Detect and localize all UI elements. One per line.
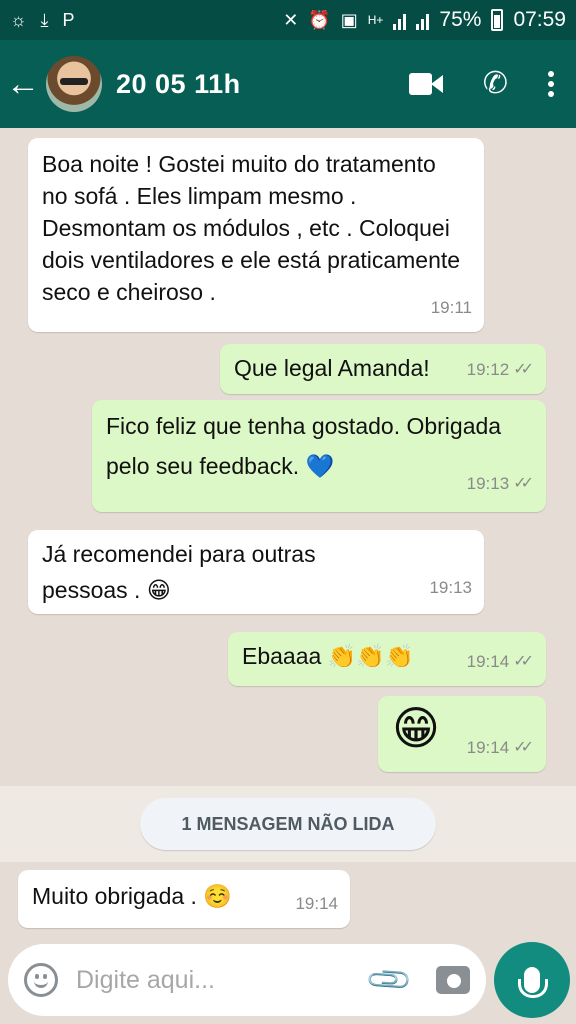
- message-composer: Digite aqui... 📎: [8, 944, 486, 1016]
- message-bubble[interactable]: Que legal Amanda! 19:12 ✓✓: [220, 344, 546, 394]
- message-list[interactable]: Boa noite ! Gostei muito do tratamento n…: [0, 128, 576, 934]
- weather-icon: ☼: [10, 10, 27, 30]
- signal-icon: [416, 10, 430, 30]
- camera-icon[interactable]: [436, 966, 470, 994]
- message-time: 19:14: [466, 738, 510, 757]
- mute-icon: ✕: [283, 10, 299, 30]
- message-text: Que legal Amanda!: [234, 355, 430, 381]
- alarm-icon: ⏰: [308, 10, 331, 30]
- chat-header: ← 20 05 11h ✆: [0, 40, 576, 128]
- unread-messages-badge: 1 MENSAGEM NÃO LIDA: [140, 798, 436, 850]
- message-text: Boa noite ! Gostei muito do tratamento n…: [42, 151, 461, 305]
- emoji-icon[interactable]: [24, 963, 58, 997]
- message-bubble[interactable]: 😁 19:14 ✓✓: [378, 696, 546, 772]
- avatar[interactable]: [46, 56, 102, 112]
- phone-call-icon[interactable]: ✆: [483, 69, 508, 99]
- network-type-label: H+: [367, 13, 384, 27]
- message-text: Já recomendei para outras pessoas . 😁: [42, 541, 316, 603]
- microphone-icon: [518, 967, 548, 998]
- message-input[interactable]: Digite aqui...: [76, 966, 371, 995]
- message-bubble[interactable]: Muito obrigada . ☺️ 19:14: [18, 870, 350, 928]
- message-time: 19:14: [466, 652, 510, 671]
- message-text: Ebaaaa 👏👏👏: [242, 643, 414, 669]
- status-bar: ☼ ⤓ P ✕ ⏰ ▣ H+ 75% 07:59: [0, 0, 576, 40]
- clock: 07:59: [513, 8, 566, 31]
- read-ticks-icon: ✓✓: [513, 739, 534, 756]
- battery-icon: [491, 9, 504, 31]
- signal-icon: [393, 10, 407, 30]
- parking-icon: P: [62, 10, 75, 30]
- message-bubble[interactable]: Fico feliz que tenha gostado. Obrigada p…: [92, 400, 546, 512]
- chat-title[interactable]: 20 05 11h: [116, 69, 241, 100]
- back-arrow-icon[interactable]: ←: [0, 40, 46, 128]
- read-ticks-icon: ✓✓: [513, 653, 534, 670]
- message-text: Muito obrigada . ☺️: [32, 883, 232, 909]
- message-bubble[interactable]: Já recomendei para outras pessoas . 😁 19…: [28, 530, 484, 614]
- message-text: Fico feliz que tenha gostado. Obrigada p…: [106, 413, 502, 479]
- message-time: 19:14: [295, 894, 338, 913]
- message-text: 😁: [392, 702, 440, 754]
- message-time: 19:13: [466, 474, 510, 493]
- download-icon: ⤓: [40, 10, 49, 30]
- message-time: 19:12: [466, 360, 510, 379]
- message-bubble[interactable]: Boa noite ! Gostei muito do tratamento n…: [28, 138, 484, 332]
- message-time: 19:13: [429, 578, 472, 597]
- mic-button[interactable]: [494, 942, 570, 1018]
- paperclip-icon[interactable]: 📎: [364, 954, 415, 1005]
- sim-icon: ▣: [340, 10, 358, 30]
- message-time: 19:11: [430, 298, 472, 317]
- read-ticks-icon: ✓✓: [513, 475, 534, 492]
- battery-percent: 75%: [439, 8, 482, 31]
- more-options-icon[interactable]: [548, 71, 554, 97]
- video-call-icon[interactable]: [408, 73, 443, 95]
- read-ticks-icon: ✓✓: [513, 361, 534, 378]
- message-bubble[interactable]: Ebaaaa 👏👏👏 19:14 ✓✓: [228, 632, 546, 686]
